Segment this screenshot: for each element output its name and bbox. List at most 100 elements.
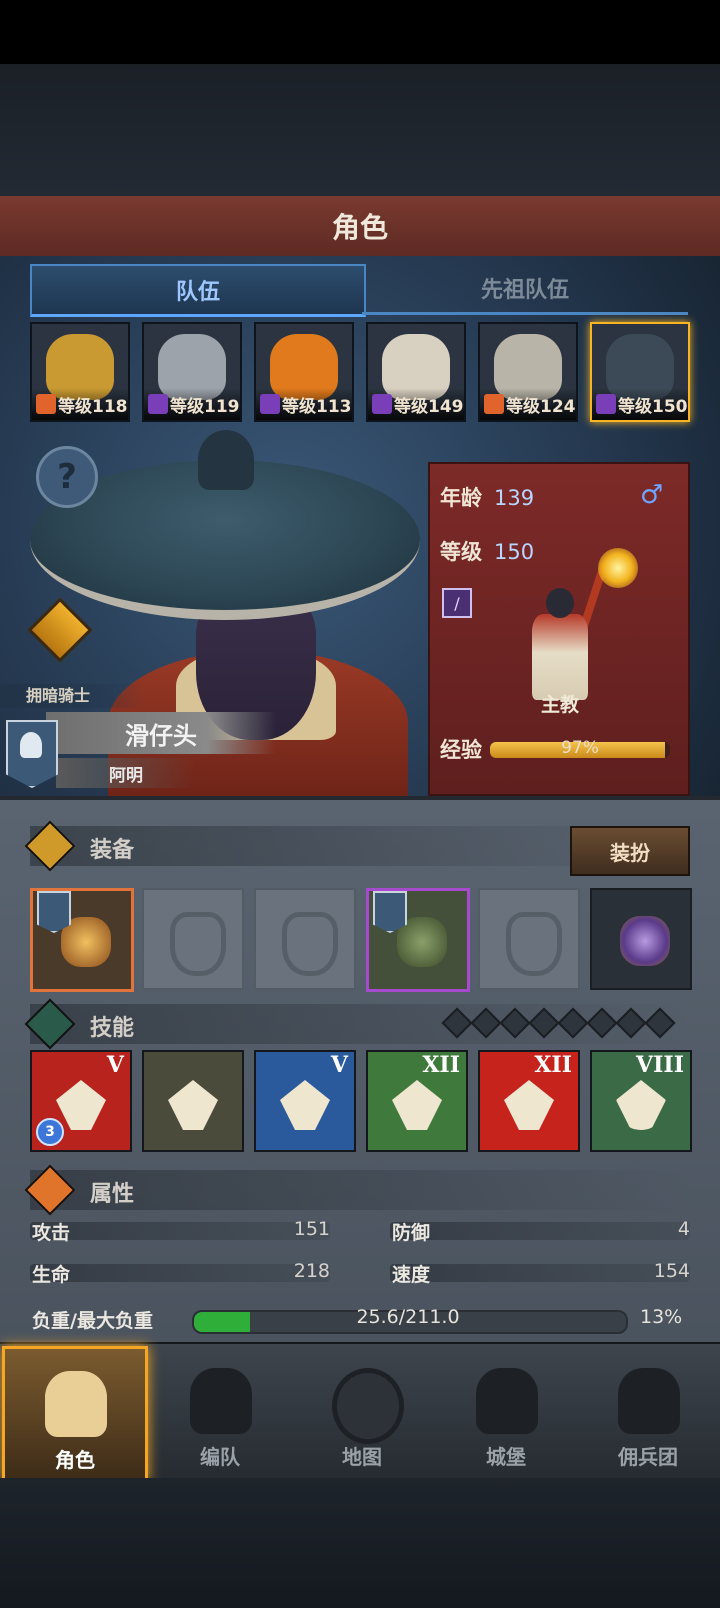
hero-name[interactable]: 滑仔头 [46,712,276,754]
level-text: 等级150 [618,396,688,417]
speed-label: 速度 [392,1264,431,1286]
skill-rank: VIII [636,1052,684,1078]
nav-label: 城堡 [486,1445,526,1469]
staff-icon [372,394,392,414]
knight-icon [45,1371,107,1437]
hero-class-title: 拥暗骑士 [0,684,144,708]
dress-up-button[interactable]: 装扮 [570,826,690,876]
potion-icon[interactable] [27,597,93,663]
helmet-icon [190,1368,252,1434]
skill-5[interactable]: XII [478,1050,580,1152]
nav-map[interactable]: 地图 [292,1346,432,1476]
bottom-backdrop [0,1478,720,1608]
diamond-icon [470,1007,502,1039]
nav-label: 佣兵团 [618,1445,678,1469]
level-label: 等级 [440,540,482,564]
skills-title: 技能 [90,1016,135,1041]
tab-team[interactable]: 队伍 [30,264,366,317]
status-bar-area [0,0,720,64]
party-member-3[interactable]: 等级113 [254,322,354,422]
tab-ancestor-team[interactable]: 先祖队伍 [362,264,688,315]
star-icon [24,998,76,1050]
lavender-icon [620,916,670,966]
defense-label: 防御 [392,1222,431,1244]
load-label: 负重/最大负重 [32,1310,153,1332]
claw-icon [392,1080,442,1130]
shield-icon [170,912,226,976]
diamond-icon [528,1007,560,1039]
level-text: 等级124 [506,396,576,417]
life-label: 生命 [32,1264,71,1286]
member-level: 等级124 [480,388,576,420]
skill-1[interactable]: V3 [30,1050,132,1152]
diamond-icon [557,1007,589,1039]
defense-value: 4 [677,1218,690,1240]
party-member-6[interactable]: 等级150 [590,322,690,422]
knight-banner-icon [37,891,71,933]
mercenary-icon [618,1368,680,1434]
nav-castle[interactable]: 城堡 [436,1346,576,1476]
horse-rider-icon [36,394,56,414]
exp-label: 经验 [440,738,482,762]
diamond-icon [586,1007,618,1039]
weapon-slot[interactable] [30,888,134,992]
equipment-title: 装备 [90,838,135,863]
hero-hat-top [198,430,254,490]
skill-6[interactable]: VIII [590,1050,692,1152]
skill-rank: V [106,1052,124,1078]
level-text: 等级119 [170,396,240,417]
party-member-2[interactable]: 等级119 [142,322,242,422]
skill-slots-indicator [441,1007,676,1039]
staff-icon [148,394,168,414]
shield-slot[interactable] [142,888,244,990]
staff-icon [260,394,280,414]
staff-icon [596,394,616,414]
crystal-icon [168,1080,218,1130]
nav-formation[interactable]: 编队 [150,1346,290,1476]
level-row: 等级 150 [440,536,534,566]
age-label: 年龄 [440,486,482,510]
helmet-icon [282,912,338,976]
party-member-4[interactable]: 等级149 [366,322,466,422]
skill-badge: 3 [36,1118,64,1146]
armor-slot[interactable] [366,888,470,992]
top-backdrop [0,64,720,196]
nav-label: 地图 [342,1445,382,1469]
boots-slot[interactable] [478,888,580,990]
castle-icon [476,1368,538,1434]
page-title: 角色 [331,211,388,244]
skill-rank: XII [534,1052,572,1078]
helmet-slot[interactable] [254,888,356,990]
life-value: 218 [293,1260,330,1282]
skill-4[interactable]: XII [366,1050,468,1152]
crystal-sword-icon [280,1080,330,1130]
age-row: 年龄 139 [440,482,534,512]
party-member-5[interactable]: 等级124 [478,322,578,422]
bishop-figure [532,580,588,700]
skill-2[interactable] [142,1050,244,1152]
member-level: 等级150 [592,388,688,420]
skill-rank: V [330,1052,348,1078]
boots-icon [506,912,562,976]
level-text: 等级118 [58,396,128,417]
compass-icon [332,1368,404,1444]
sword-icon [56,1080,106,1130]
hero-nickname: 阿明 [56,758,196,788]
nav-mercenaries[interactable]: 佣兵团 [578,1346,718,1476]
nav-character[interactable]: 角色 [2,1346,148,1482]
flame-icon [24,1164,76,1216]
trinket-slot[interactable] [590,888,692,990]
help-icon[interactable]: ? [36,446,98,508]
staff-glow [598,548,638,588]
skill-3[interactable]: V [254,1050,356,1152]
age-value: 139 [494,486,535,510]
diamond-icon [441,1007,473,1039]
attributes-title: 属性 [90,1182,135,1207]
skill-rank: XII [422,1052,460,1078]
horse-rider-icon [484,394,504,414]
member-level: 等级149 [368,388,464,420]
exp-percent: 97% [561,738,599,758]
level-value: 150 [494,540,535,564]
attributes-header: 属性 [24,1164,690,1216]
party-member-1[interactable]: 等级118 [30,322,130,422]
